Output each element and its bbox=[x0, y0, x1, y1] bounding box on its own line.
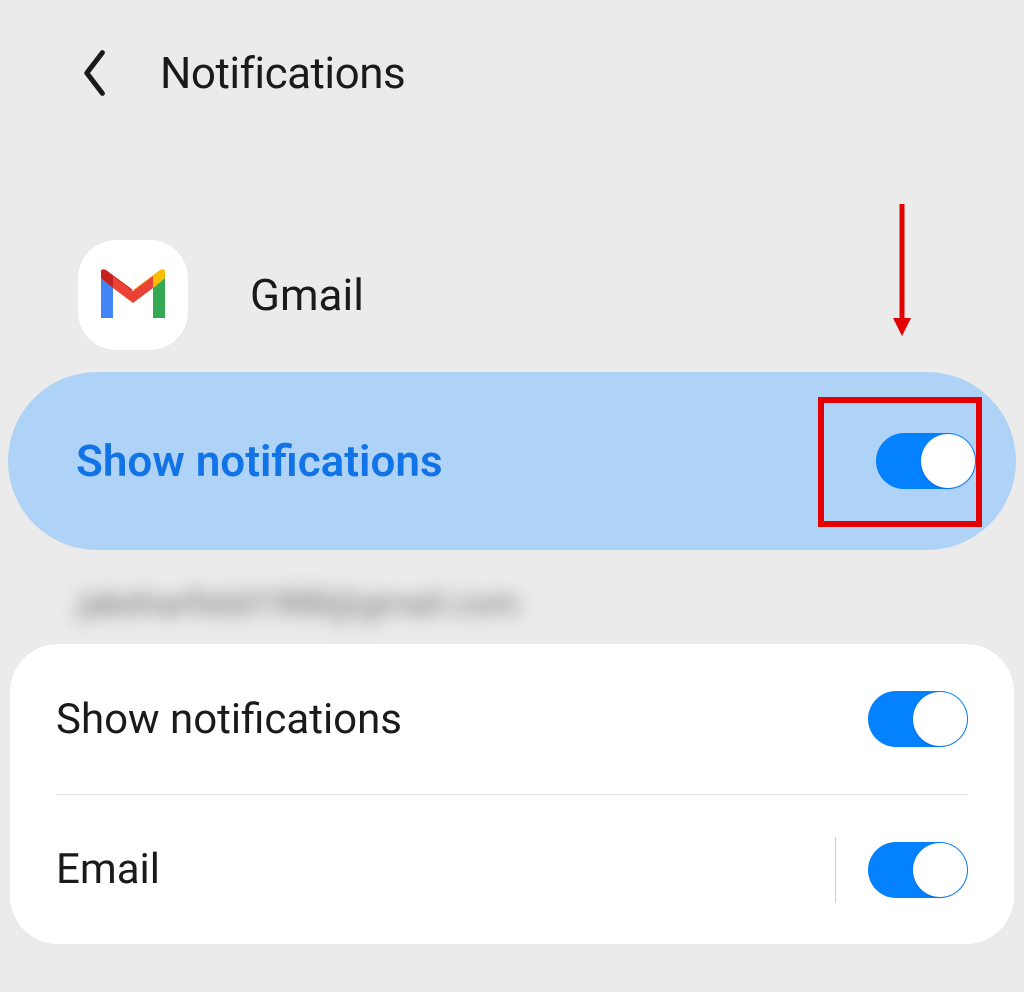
back-button[interactable] bbox=[72, 51, 116, 95]
toggle-knob bbox=[913, 843, 967, 897]
notification-category-card: Show notifications Email bbox=[10, 644, 1014, 944]
chevron-left-icon bbox=[79, 49, 109, 97]
card-row-label: Show notifications bbox=[56, 695, 402, 744]
show-notifications-account-toggle[interactable] bbox=[868, 691, 968, 747]
app-header-row: Gmail bbox=[78, 240, 1024, 350]
show-notifications-main-row[interactable]: Show notifications bbox=[8, 372, 1016, 550]
toggle-knob bbox=[921, 434, 975, 488]
header-bar: Notifications bbox=[0, 0, 1024, 110]
annotation-arrow-icon bbox=[890, 200, 914, 340]
vertical-divider bbox=[835, 837, 836, 903]
account-email-label: jakeharfield1988@gmail.com bbox=[78, 584, 1024, 624]
app-name-label: Gmail bbox=[250, 269, 364, 321]
show-notifications-main-toggle[interactable] bbox=[876, 433, 976, 489]
app-icon-container bbox=[78, 240, 188, 350]
email-category-toggle[interactable] bbox=[868, 842, 968, 898]
card-row-show-notifications[interactable]: Show notifications bbox=[56, 644, 968, 794]
gmail-icon bbox=[95, 266, 171, 324]
card-row-email[interactable]: Email bbox=[56, 794, 968, 944]
page-title: Notifications bbox=[160, 47, 405, 99]
show-notifications-main-label: Show notifications bbox=[76, 435, 443, 487]
toggle-knob bbox=[913, 692, 967, 746]
card-row-label: Email bbox=[56, 845, 160, 894]
